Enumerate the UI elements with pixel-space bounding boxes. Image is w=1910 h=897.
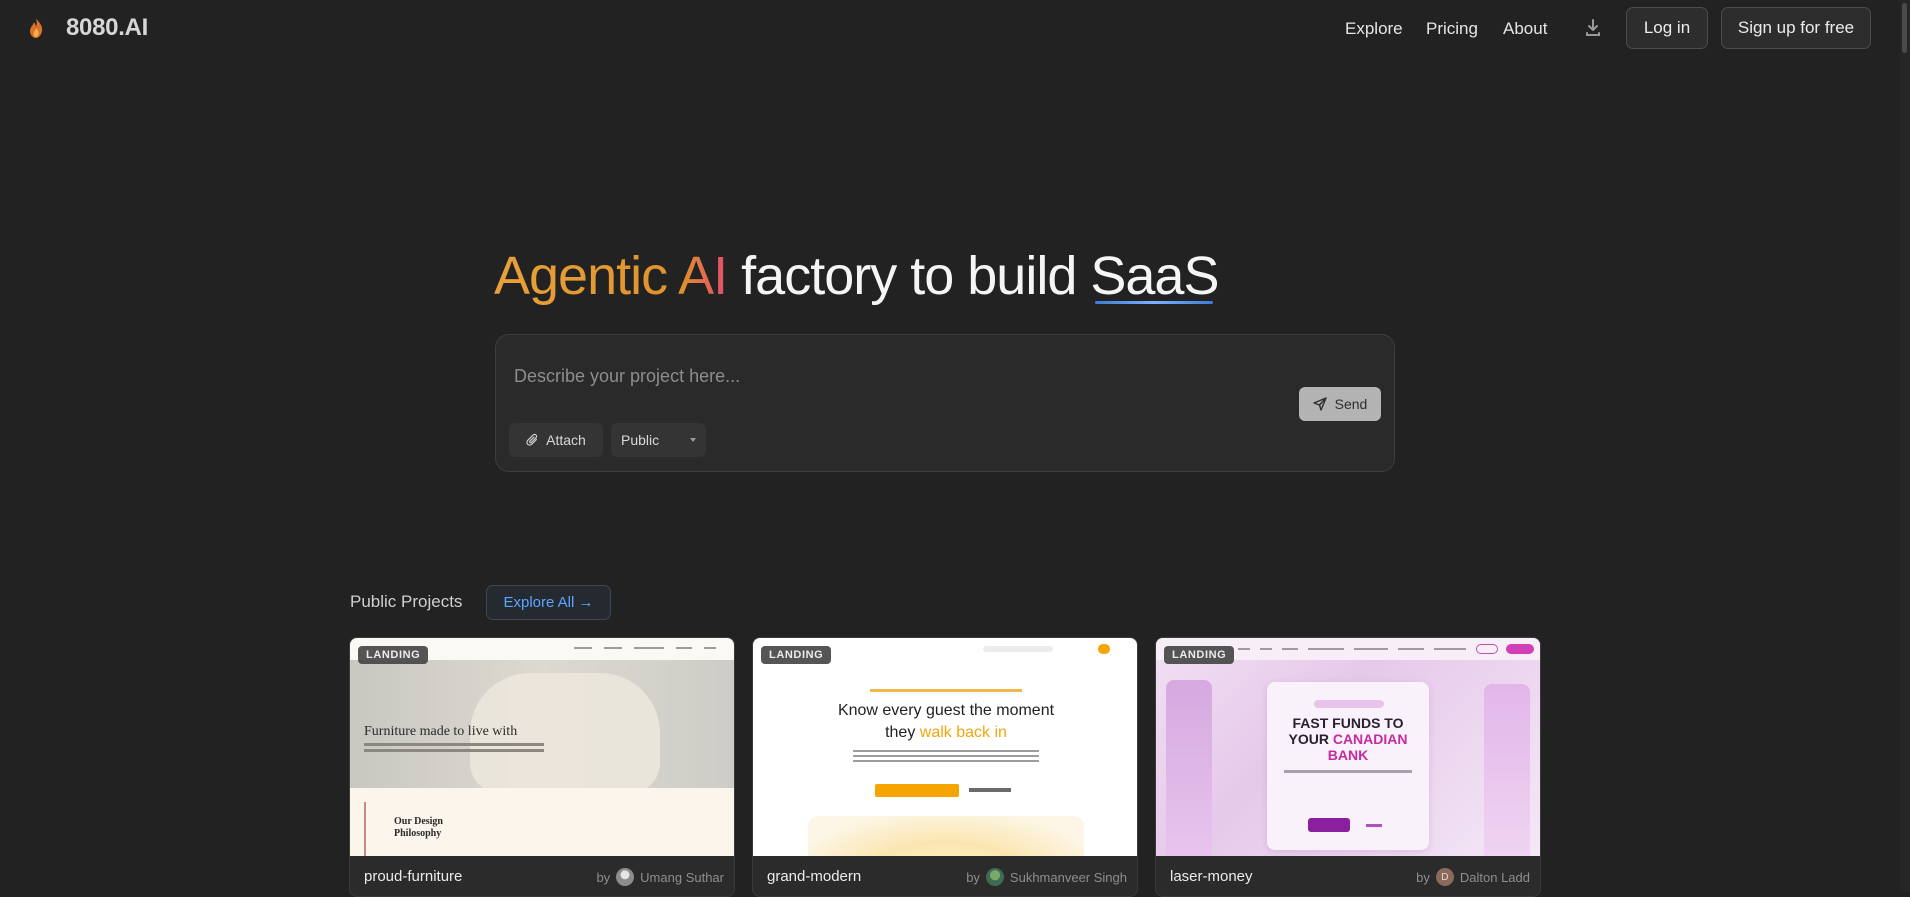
thumb-nav-item xyxy=(1260,648,1272,650)
by-label: by xyxy=(1416,869,1430,885)
thumb-tag xyxy=(1314,700,1384,708)
project-thumbnail[interactable]: Know every guest the moment they walk ba… xyxy=(753,638,1137,856)
thumb-secondary-link xyxy=(969,788,1011,792)
nav-pricing-link[interactable]: Pricing xyxy=(1426,19,1478,39)
by-label: by xyxy=(596,869,611,885)
project-card-laser-money[interactable]: FAST FUNDS TO YOUR CANADIAN BANK LANDING… xyxy=(1155,637,1541,897)
scrollbar-thumb[interactable] xyxy=(1902,3,1907,53)
hero-title: Agentic AI factory to build SaaS xyxy=(494,240,1219,312)
thumb-subtext xyxy=(1284,770,1412,773)
project-thumbnail[interactable]: FAST FUNDS TO YOUR CANADIAN BANK xyxy=(1156,638,1540,856)
hero-title-middle: factory to build xyxy=(727,246,1091,306)
public-projects-title: Public Projects xyxy=(350,592,463,611)
thumb-body-text xyxy=(853,750,1039,752)
download-icon[interactable] xyxy=(1584,18,1602,38)
thumb-nav-item xyxy=(1434,648,1466,650)
project-name[interactable]: laser-money xyxy=(1170,868,1253,885)
thumb-eyebrow xyxy=(870,689,1022,692)
nav-explore-link[interactable]: Explore xyxy=(1345,19,1403,39)
thumb-nav-item xyxy=(1354,648,1388,650)
brand-logo[interactable]: 8080.AI xyxy=(26,14,148,42)
thumb-headline-line2: they xyxy=(885,724,920,741)
send-icon xyxy=(1312,397,1327,411)
page-scrollbar[interactable] xyxy=(1900,0,1910,892)
thumb-signup-button xyxy=(1506,644,1534,654)
author-name[interactable]: Umang Suthar xyxy=(640,870,724,885)
card-footer: laser-money by D Dalton Ladd xyxy=(1156,856,1540,896)
project-card-proud-furniture[interactable]: Furniture made to live with Our Design P… xyxy=(349,637,735,897)
author-name[interactable]: Sukhmanveer Singh xyxy=(1010,870,1127,885)
project-name[interactable]: proud-furniture xyxy=(364,868,462,885)
thumb-headline-highlight: CANADIAN xyxy=(1332,731,1408,747)
explore-all-button[interactable]: Explore All → xyxy=(486,585,611,620)
avatar xyxy=(985,868,1004,886)
thumb-nav-item xyxy=(676,647,692,649)
visibility-select-value: Public xyxy=(621,432,660,448)
chevron-down-icon xyxy=(690,438,696,442)
hero-title-end: SaaS xyxy=(1090,246,1219,306)
thumb-nav-item xyxy=(604,647,622,649)
avatar xyxy=(616,868,635,886)
project-description-input[interactable] xyxy=(514,361,1274,391)
login-button[interactable]: Log in xyxy=(1626,7,1708,49)
category-badge: LANDING xyxy=(1164,646,1235,664)
hero-title-underline xyxy=(1095,301,1214,304)
thumb-headline-line1: Know every guest the moment xyxy=(837,702,1055,719)
project-author: by Umang Suthar xyxy=(596,868,724,886)
category-badge: LANDING xyxy=(761,646,832,664)
signup-button[interactable]: Sign up for free xyxy=(1721,7,1871,49)
thumb-nav-item xyxy=(574,647,592,649)
thumb-logo-dot xyxy=(1098,644,1110,654)
author-name[interactable]: Dalton Ladd xyxy=(1460,870,1530,885)
project-card-grand-modern[interactable]: Know every guest the moment they walk ba… xyxy=(752,637,1138,897)
thumb-headline-line1: FAST FUNDS TO xyxy=(1292,715,1404,731)
thumb-side-panel-left xyxy=(1166,680,1212,856)
card-footer: grand-modern by Sukhmanveer Singh xyxy=(753,856,1137,896)
thumb-nav-item xyxy=(1398,648,1424,650)
thumb-nav-item xyxy=(1308,648,1344,650)
thumb-nav-item xyxy=(634,647,664,649)
hero-title-end-wrap: SaaS xyxy=(1090,240,1219,312)
top-navbar: 8080.AI Explore Pricing About Log in Sig… xyxy=(0,0,1910,58)
thumb-headline-highlight: walk back in xyxy=(919,724,1007,741)
thumb-nav-item xyxy=(704,647,716,649)
project-author: by Sukhmanveer Singh xyxy=(966,868,1127,886)
attach-button[interactable]: Attach xyxy=(509,423,603,457)
thumb-side-panel-right xyxy=(1484,684,1530,856)
card-footer: proud-furniture by Umang Suthar xyxy=(350,856,734,896)
paperclip-icon xyxy=(526,433,538,446)
thumb-headline-line2: YOUR xyxy=(1288,731,1333,747)
thumb-headline-line3: BANK xyxy=(1327,747,1369,763)
thumb-section-title: Our Design Philosophy xyxy=(394,816,443,839)
project-author: by D Dalton Ladd xyxy=(1416,868,1530,886)
thumb-headline: FAST FUNDS TO YOUR CANADIAN BANK xyxy=(1267,715,1429,763)
by-label: by xyxy=(966,869,980,885)
thumb-login-button xyxy=(1476,644,1498,654)
project-thumbnail[interactable]: Furniture made to live with Our Design P… xyxy=(350,638,734,856)
avatar: D xyxy=(1435,868,1454,886)
thumb-headline: Furniture made to live with xyxy=(364,724,518,739)
thumb-search-bar xyxy=(983,646,1053,652)
thumb-cta-button xyxy=(1308,818,1350,832)
project-name[interactable]: grand-modern xyxy=(767,868,861,885)
category-badge: LANDING xyxy=(358,646,429,664)
thumb-accent-bar xyxy=(364,802,366,856)
thumb-subtext xyxy=(364,743,544,746)
thumb-secondary-link xyxy=(1366,824,1382,827)
attach-button-label: Attach xyxy=(546,432,586,448)
thumb-cta-button xyxy=(875,784,959,797)
visibility-select[interactable]: Public xyxy=(611,423,706,457)
send-button[interactable]: Send xyxy=(1299,387,1381,421)
project-prompt-box: Send Attach Public xyxy=(495,334,1395,472)
send-button-label: Send xyxy=(1334,396,1368,412)
nav-about-link[interactable]: About xyxy=(1503,19,1547,39)
flame-logo-icon xyxy=(30,18,43,38)
thumb-nav-item xyxy=(1282,648,1298,650)
brand-name: 8080.AI xyxy=(66,14,148,41)
thumb-glow-panel xyxy=(808,816,1084,856)
thumb-headline: Know every guest the moment they walk ba… xyxy=(753,700,1137,744)
hero-title-accent: Agentic AI xyxy=(494,246,728,306)
thumb-nav-item xyxy=(1238,648,1250,650)
